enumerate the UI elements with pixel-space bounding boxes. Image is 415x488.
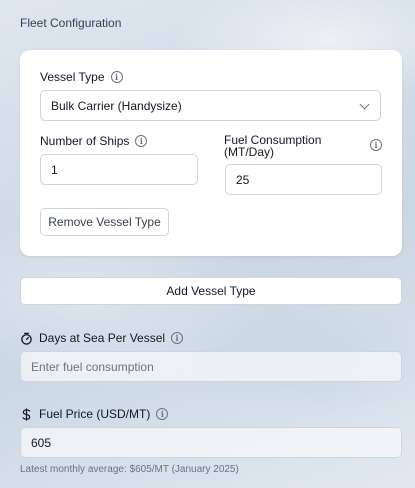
fuel-price-label: Fuel Price (USD/MT) i — [20, 407, 169, 421]
days-at-sea-label-text: Days at Sea Per Vessel — [39, 331, 166, 345]
section-title: Fleet Configuration — [20, 16, 122, 30]
ships-label-text: Number of Ships — [40, 134, 130, 148]
fuel-price-label-text: Fuel Price (USD/MT) — [39, 407, 151, 421]
info-icon[interactable]: i — [135, 135, 148, 147]
add-vessel-type-button[interactable]: Add Vessel Type — [20, 277, 402, 305]
vessel-type-value: Bulk Carrier (Handysize) — [51, 98, 182, 113]
fuel-price-input[interactable] — [20, 427, 402, 458]
vessel-card: Vessel Type i Bulk Carrier (Handysize) N… — [20, 50, 402, 256]
vessel-type-label-text: Vessel Type — [40, 70, 105, 84]
info-icon[interactable]: i — [156, 408, 169, 420]
info-icon[interactable]: i — [110, 71, 123, 83]
info-icon[interactable]: i — [171, 332, 184, 344]
fuel-consumption-input[interactable] — [225, 164, 382, 195]
chevron-down-icon — [359, 99, 370, 110]
days-at-sea-label: Days at Sea Per Vessel i — [20, 331, 184, 345]
info-icon[interactable]: i — [370, 139, 382, 151]
remove-vessel-type-button[interactable]: Remove Vessel Type — [40, 208, 169, 236]
dollar-icon — [22, 407, 31, 421]
days-at-sea-input[interactable] — [20, 351, 402, 382]
timer-icon — [21, 332, 32, 345]
fuel-consumption-label-text: Fuel Consumption (MT/Day) — [224, 134, 364, 158]
ships-label: Number of Ships i — [40, 134, 148, 148]
vessel-type-select[interactable]: Bulk Carrier (Handysize) — [40, 90, 381, 121]
fuel-label-line2: (MT/Day) — [224, 145, 274, 159]
vessel-type-label: Vessel Type i — [40, 70, 123, 84]
ships-input[interactable] — [40, 154, 198, 185]
fuel-price-hint: Latest monthly average: $605/MT (January… — [20, 464, 239, 475]
fuel-consumption-label: Fuel Consumption (MT/Day) i — [224, 134, 382, 158]
